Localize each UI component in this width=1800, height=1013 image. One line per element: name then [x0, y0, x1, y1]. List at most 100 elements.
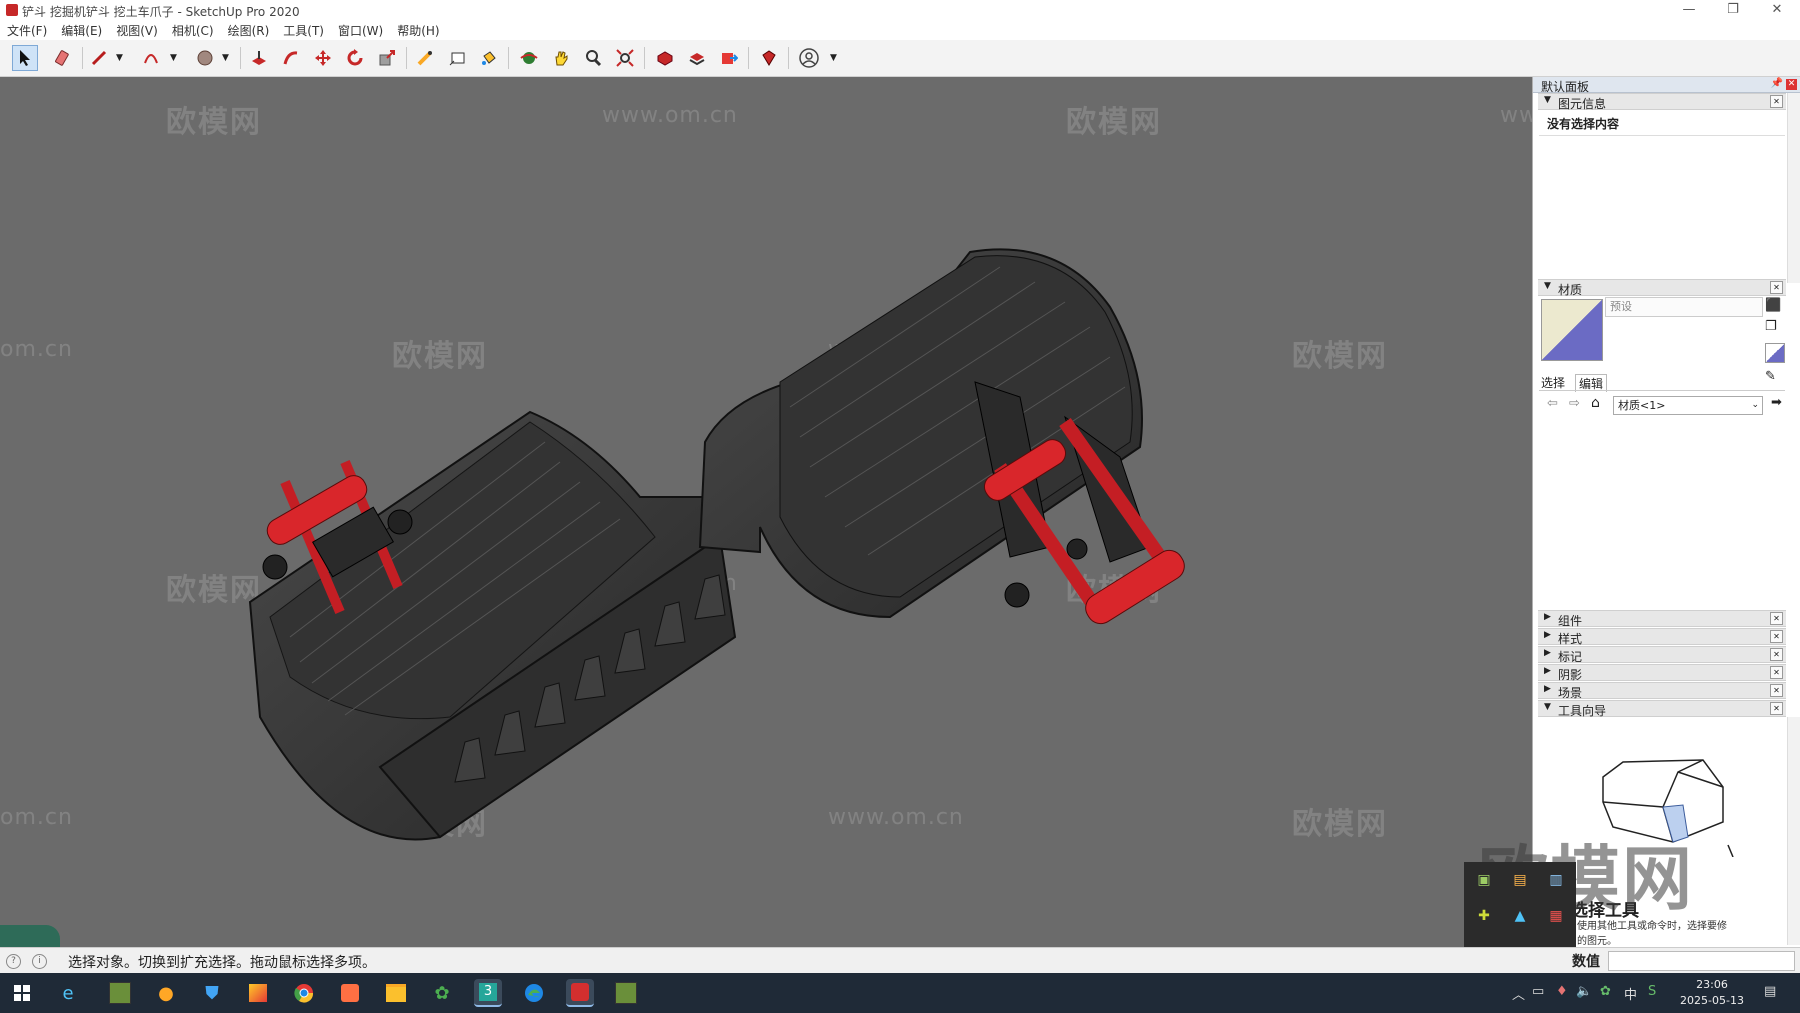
section-close-icon[interactable]: ✕ [1770, 684, 1783, 697]
network-icon[interactable]: ▭ [1532, 984, 1544, 999]
material-collection-dropdown[interactable]: 材质<1> ⌄ [1613, 396, 1763, 415]
account-dropdown-icon[interactable]: ▼ [830, 53, 837, 63]
circle-shape-icon[interactable] [192, 45, 218, 71]
move-tool-icon[interactable] [310, 45, 336, 71]
show-hidden-icons[interactable]: ︿ [1512, 984, 1525, 1003]
menu-file[interactable]: 文件(F) [0, 22, 54, 40]
tray-app-icon[interactable]: ▣ [1474, 870, 1494, 890]
wechat-icon[interactable]: ✿ [428, 979, 456, 1007]
tray-app-icon[interactable]: ▤ [1510, 870, 1530, 890]
instructor-scrollbar[interactable] [1787, 717, 1800, 945]
sketchup-taskbar-icon[interactable] [566, 979, 594, 1007]
tray-app-icon[interactable]: ▲ [1510, 906, 1530, 926]
user-account-icon[interactable] [796, 45, 822, 71]
section-close-icon[interactable]: ✕ [1770, 666, 1783, 679]
geolocation-icon[interactable]: ? [6, 954, 21, 969]
scenes-header[interactable]: ▶ 场景 ✕ [1538, 682, 1786, 700]
tab-select[interactable]: 选择 [1541, 374, 1565, 391]
extension-manager-icon[interactable] [756, 45, 782, 71]
zoom-extents-icon[interactable] [612, 45, 638, 71]
menu-camera[interactable]: 相机(C) [165, 22, 221, 40]
clock[interactable]: 23:06 2025-05-13 [1676, 977, 1748, 1009]
details-arrow-icon[interactable]: ➡ [1771, 395, 1782, 410]
wechat-tray-icon[interactable]: ✿ [1600, 984, 1611, 999]
layout-send-icon[interactable] [716, 45, 742, 71]
section-close-icon[interactable]: ✕ [1770, 281, 1783, 294]
materials-header[interactable]: ▼ 材质 ✕ [1538, 279, 1786, 297]
entity-info-scrollbar[interactable] [1787, 93, 1800, 283]
section-close-icon[interactable]: ✕ [1770, 612, 1783, 625]
notification-center-icon[interactable]: ▤ [1764, 984, 1776, 999]
excavator-bucket-model[interactable] [0, 77, 1532, 947]
measurements-input[interactable] [1608, 951, 1795, 971]
start-windows-icon[interactable] [8, 979, 36, 1007]
ime-badge[interactable]: 半 中 [0, 925, 60, 947]
edge-browser-icon[interactable] [520, 979, 548, 1007]
tape-measure-icon[interactable] [412, 45, 438, 71]
tags-header[interactable]: ▶ 标记 ✕ [1538, 646, 1786, 664]
select-tool-icon[interactable] [12, 45, 38, 71]
restore-button[interactable]: ❐ [1710, 0, 1756, 22]
section-close-icon[interactable]: ✕ [1770, 648, 1783, 661]
pan-tool-icon[interactable] [548, 45, 574, 71]
menu-draw[interactable]: 绘图(R) [221, 22, 277, 40]
eraser-tool-icon[interactable] [50, 45, 76, 71]
text-tool-icon[interactable] [444, 45, 470, 71]
mic-icon[interactable]: ♦ [1556, 984, 1568, 999]
rotate-tool-icon[interactable] [342, 45, 368, 71]
info-icon[interactable]: i [32, 954, 47, 969]
shadows-header[interactable]: ▶ 阴影 ✕ [1538, 664, 1786, 682]
section-close-icon[interactable]: ✕ [1770, 630, 1783, 643]
components-header[interactable]: ▶ 组件 ✕ [1538, 610, 1786, 628]
zoom-tool-icon[interactable] [580, 45, 606, 71]
chrome-icon[interactable] [290, 979, 318, 1007]
follow-me-icon[interactable] [278, 45, 304, 71]
pin-icon[interactable]: 📌 [1771, 78, 1783, 89]
3dsmax-icon[interactable]: 3 [474, 979, 502, 1007]
push-pull-icon[interactable] [246, 45, 272, 71]
material-name-field[interactable]: 预设 [1605, 297, 1763, 317]
forward-arrow-icon[interactable]: ⇨ [1569, 396, 1580, 411]
entity-info-header[interactable]: ▼ 图元信息 ✕ [1538, 93, 1786, 111]
tray-app-icon[interactable]: ▥ [1546, 870, 1566, 890]
minecraft-icon[interactable] [612, 979, 640, 1007]
close-button[interactable]: ✕ [1754, 0, 1800, 22]
menu-window[interactable]: 窗口(W) [331, 22, 390, 40]
display-secondary-icon[interactable]: ⬛ [1765, 298, 1781, 313]
extension-warehouse-icon[interactable] [684, 45, 710, 71]
volume-icon[interactable]: 🔈 [1576, 984, 1592, 999]
tray-app-icon[interactable]: ✚ [1474, 906, 1494, 926]
video-app-icon[interactable] [244, 979, 272, 1007]
default-material-icon[interactable] [1765, 343, 1785, 363]
section-close-icon[interactable]: ✕ [1770, 95, 1783, 108]
menu-tools[interactable]: 工具(T) [276, 22, 331, 40]
menu-view[interactable]: 视图(V) [109, 22, 165, 40]
file-explorer-icon[interactable] [382, 979, 410, 1007]
create-material-icon[interactable]: ❐ [1765, 319, 1777, 334]
panel-close-icon[interactable]: ✕ [1786, 79, 1797, 90]
back-arrow-icon[interactable]: ⇦ [1547, 396, 1558, 411]
media-player-icon[interactable]: ● [152, 979, 180, 1007]
arc-tool-icon[interactable] [138, 45, 164, 71]
arc-dropdown-icon[interactable]: ▼ [170, 53, 177, 63]
orbit-tool-icon[interactable] [516, 45, 542, 71]
menu-edit[interactable]: 编辑(E) [54, 22, 109, 40]
tray-app-icon[interactable]: ▦ [1546, 906, 1566, 926]
home-icon[interactable]: ⌂ [1591, 395, 1600, 411]
sogou-ime-icon[interactable]: S [1648, 984, 1656, 999]
line-tool-icon[interactable] [86, 45, 112, 71]
paint-bucket-icon[interactable] [476, 45, 502, 71]
drawing-viewport[interactable]: 欧模网 www.om.cn 欧模网 www.om.cn om.cn 欧模网 ww… [0, 77, 1532, 947]
styles-header[interactable]: ▶ 样式 ✕ [1538, 628, 1786, 646]
shape-dropdown-icon[interactable]: ▼ [222, 53, 229, 63]
scale-tool-icon[interactable] [374, 45, 400, 71]
security-shield-icon[interactable]: ⛊ [198, 979, 226, 1007]
line-dropdown-icon[interactable]: ▼ [116, 53, 123, 63]
section-close-icon[interactable]: ✕ [1770, 702, 1783, 715]
ime-indicator[interactable]: 中 [1624, 984, 1637, 1003]
minimize-button[interactable]: — [1666, 0, 1712, 22]
sample-paint-icon[interactable]: ✎ [1765, 369, 1776, 384]
3d-warehouse-icon[interactable] [652, 45, 678, 71]
orange-app-icon[interactable] [336, 979, 364, 1007]
instructor-header[interactable]: ▼ 工具向导 ✕ [1538, 700, 1786, 718]
